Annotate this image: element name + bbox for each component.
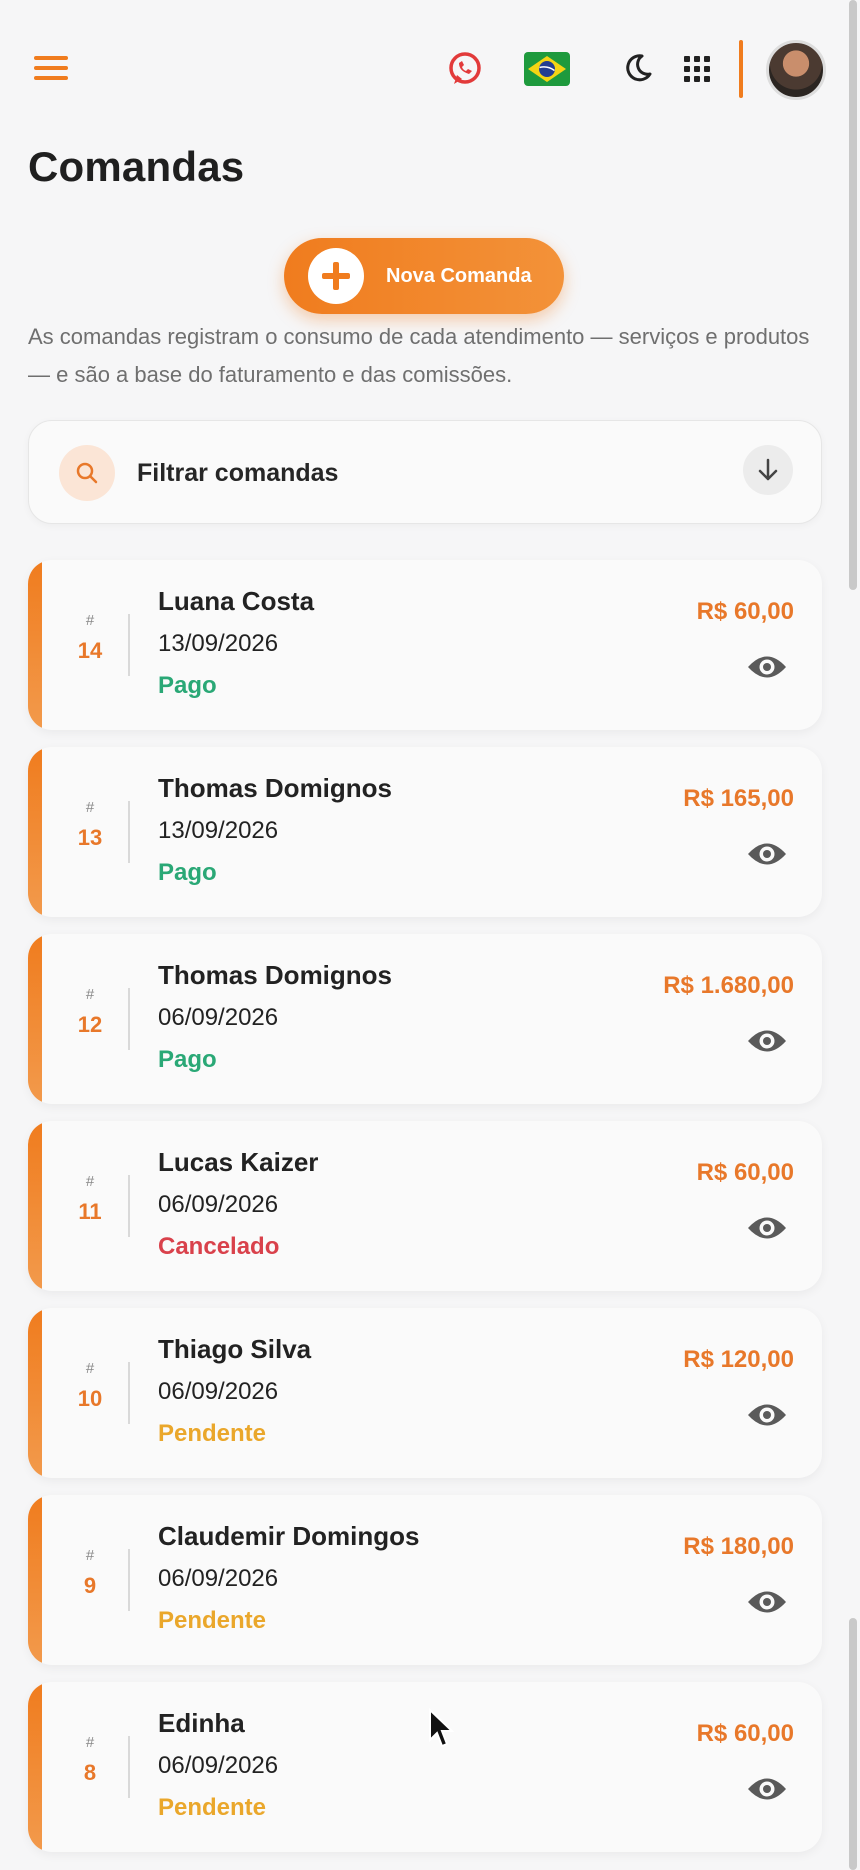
card-divider	[128, 1549, 130, 1611]
order-card[interactable]: #14 Luana Costa 13/09/2026 Pago R$ 60,00	[28, 560, 822, 730]
order-amount: R$ 60,00	[696, 1720, 794, 1747]
order-date: 06/09/2026	[158, 1565, 279, 1592]
order-status: Pendente	[158, 1607, 267, 1634]
eye-icon[interactable]	[746, 1774, 788, 1804]
moon-icon[interactable]	[622, 52, 654, 84]
new-comanda-button[interactable]: Nova Comanda	[284, 238, 564, 314]
avatar[interactable]	[766, 40, 826, 100]
order-date: 06/09/2026	[158, 1752, 279, 1779]
client-name: Luana Costa	[158, 586, 315, 616]
hamburger-icon[interactable]	[34, 56, 68, 82]
order-amount: R$ 60,00	[696, 598, 794, 625]
page-title: Comandas	[28, 143, 245, 190]
order-hash: #	[85, 986, 95, 1003]
plus-icon	[308, 248, 364, 304]
brazil-flag-icon[interactable]	[524, 52, 570, 86]
eye-icon[interactable]	[746, 1213, 788, 1243]
top-bar	[0, 0, 860, 140]
order-status: Pendente	[158, 1420, 267, 1447]
client-name: Thiago Silva	[158, 1334, 312, 1364]
order-card[interactable]: #10 Thiago Silva 06/09/2026 Pendente R$ 120,…	[28, 1308, 822, 1478]
order-number: 11	[78, 1199, 102, 1224]
order-card[interactable]: #13 Thomas Domignos 13/09/2026 Pago R$ 165,0…	[28, 747, 822, 917]
scrollbar[interactable]	[849, 0, 857, 590]
mouse-cursor-icon	[429, 1708, 455, 1748]
arrow-down-icon[interactable]	[743, 445, 793, 495]
order-number: 14	[77, 638, 103, 663]
order-number: 8	[83, 1760, 97, 1785]
client-name: Edinha	[158, 1708, 245, 1738]
filter-label: Filtrar comandas	[137, 459, 339, 487]
order-hash: #	[85, 1547, 95, 1564]
card-divider	[128, 1362, 130, 1424]
card-divider	[128, 1736, 130, 1798]
eye-icon[interactable]	[746, 839, 788, 869]
order-date: 13/09/2026	[158, 630, 279, 657]
client-name: Thomas Domignos	[158, 773, 393, 803]
order-number: 10	[77, 1386, 103, 1411]
card-divider	[128, 988, 130, 1050]
client-name: Thomas Domignos	[158, 960, 393, 990]
new-comanda-label: Nova Comanda	[386, 264, 532, 287]
client-name: Lucas Kaizer	[158, 1147, 319, 1177]
eye-icon[interactable]	[746, 1587, 788, 1617]
search-icon	[59, 445, 115, 501]
card-divider	[128, 801, 130, 863]
order-hash: #	[85, 612, 95, 629]
order-card[interactable]: #8 Edinha 06/09/2026 Pendente R$ 60,00	[28, 1682, 822, 1852]
order-status: Pago	[158, 859, 217, 886]
order-card[interactable]: #11 Lucas Kaizer 06/09/2026 Cancelado R$ 60,…	[28, 1121, 822, 1291]
header-divider	[739, 40, 743, 98]
apps-grid-icon[interactable]	[682, 54, 712, 84]
order-status: Pago	[158, 672, 217, 699]
order-hash: #	[85, 799, 95, 816]
page-description: As comandas registram o consumo de cada …	[28, 324, 810, 387]
order-amount: R$ 1.680,00	[663, 972, 794, 999]
order-card[interactable]: #9 Claudemir Domingos 06/09/2026 Pendente R$…	[28, 1495, 822, 1665]
order-number: 12	[77, 1012, 103, 1037]
scrollbar-thumb[interactable]	[849, 1618, 857, 1870]
order-hash: #	[85, 1173, 95, 1190]
card-accent	[28, 934, 42, 1104]
order-amount: R$ 180,00	[683, 1533, 794, 1560]
whatsapp-icon[interactable]	[446, 50, 484, 88]
order-hash: #	[85, 1734, 95, 1751]
order-date: 06/09/2026	[158, 1004, 279, 1031]
order-date: 13/09/2026	[158, 817, 279, 844]
card-accent	[28, 560, 42, 730]
eye-icon[interactable]	[746, 1026, 788, 1056]
card-divider	[128, 614, 130, 676]
order-amount: R$ 165,00	[683, 785, 794, 812]
card-accent	[28, 1308, 42, 1478]
order-number: 13	[77, 825, 103, 850]
order-date: 06/09/2026	[158, 1191, 279, 1218]
order-hash: #	[85, 1360, 95, 1377]
card-accent	[28, 1495, 42, 1665]
card-divider	[128, 1175, 130, 1237]
card-accent	[28, 1682, 42, 1852]
order-amount: R$ 120,00	[683, 1346, 794, 1373]
client-name: Claudemir Domingos	[158, 1521, 420, 1551]
order-status: Cancelado	[158, 1233, 280, 1260]
order-date: 06/09/2026	[158, 1378, 279, 1405]
card-accent	[28, 1121, 42, 1291]
order-status: Pendente	[158, 1794, 267, 1821]
order-status: Pago	[158, 1046, 217, 1073]
order-amount: R$ 60,00	[696, 1159, 794, 1186]
eye-icon[interactable]	[746, 1400, 788, 1430]
order-card[interactable]: #12 Thomas Domignos 06/09/2026 Pago R$ 1.680…	[28, 934, 822, 1104]
card-accent	[28, 747, 42, 917]
filter-bar[interactable]: Filtrar comandas	[28, 420, 822, 524]
order-number: 9	[83, 1573, 97, 1598]
eye-icon[interactable]	[746, 652, 788, 682]
